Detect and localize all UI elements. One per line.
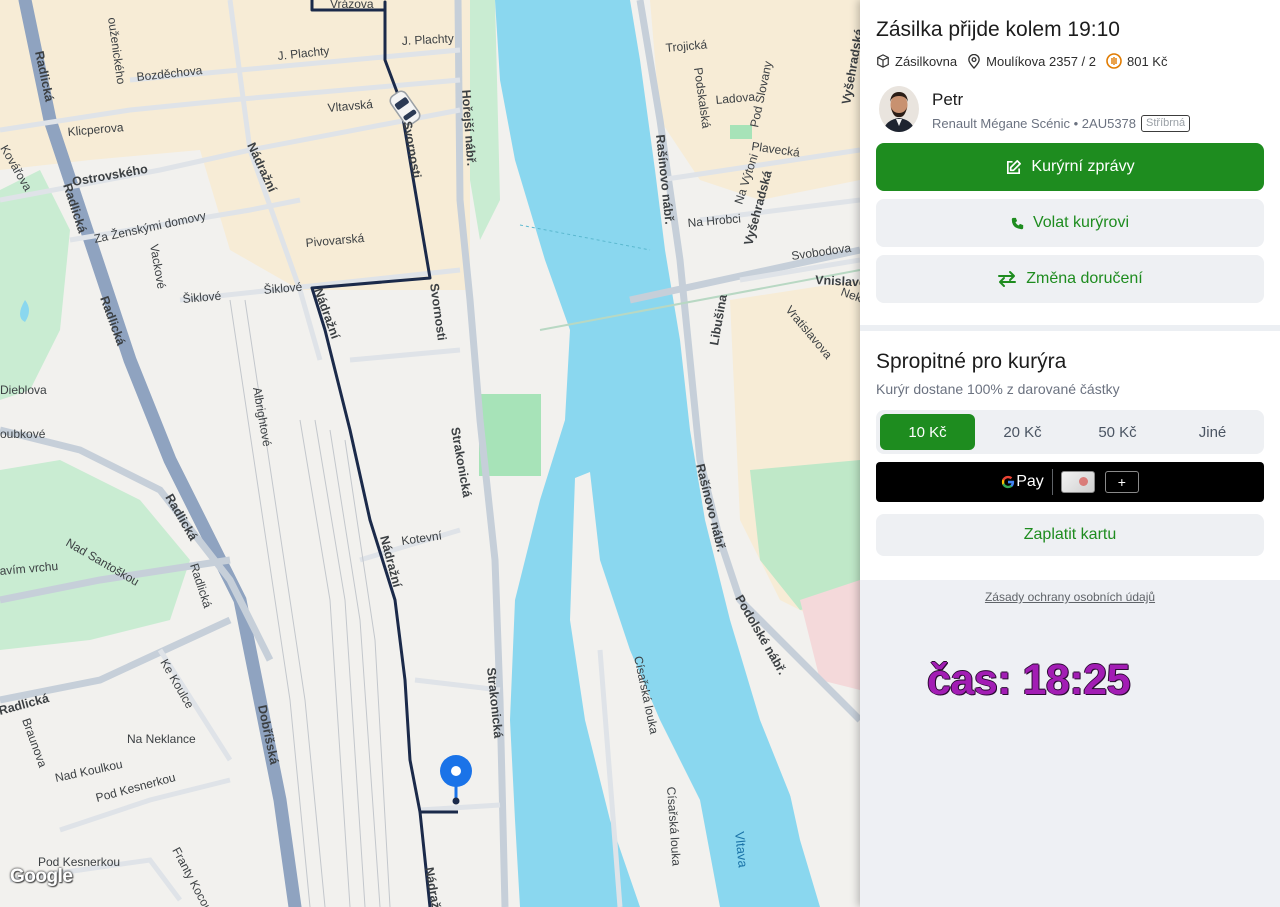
tip-amount-selector: 10 Kč 20 Kč 50 Kč Jiné <box>876 410 1264 454</box>
street-label: oubkové <box>0 427 46 441</box>
courier-name: Petr <box>932 90 964 109</box>
street-label: Vrázova <box>330 0 374 11</box>
eta-title: Zásilka přijde kolem 19:10 <box>876 18 1120 41</box>
delivery-meta: Zásilkovna Moulíkova 2357 / 2 801 Kč <box>876 53 1177 69</box>
delivery-panel: Zásilka přijde kolem 19:10 Zásilkovna Mo… <box>860 0 1280 907</box>
delivery-section: Zásilka přijde kolem 19:10 Zásilkovna Mo… <box>860 0 1280 325</box>
map-view[interactable]: Vrázova J. Plachty J. Plachty Bozděchova… <box>0 0 860 907</box>
carrier-item: Zásilkovna <box>876 54 957 69</box>
call-courier-button[interactable]: Volat kurýrovi <box>876 199 1264 247</box>
price-item: 801 Kč <box>1106 53 1167 69</box>
vehicle-text: Renault Mégane Scénic • 2AU5378 <box>932 116 1137 131</box>
address-item: Moulíkova 2357 / 2 <box>967 53 1096 69</box>
privacy-policy-link[interactable]: Zásady ochrany osobních údajů <box>860 590 1280 604</box>
tip-option-10[interactable]: 10 Kč <box>880 414 975 450</box>
phone-icon <box>1011 217 1024 229</box>
google-logo: Google <box>10 866 73 887</box>
courier-vehicle: Renault Mégane Scénic • 2AU5378 Stříbrná <box>932 115 1191 132</box>
saved-card-icon <box>1060 471 1095 493</box>
clock-overlay: čas: 18:25 <box>927 656 1131 704</box>
google-pay-label: Pay <box>1016 473 1044 490</box>
panel-footer <box>860 580 1280 907</box>
vehicle-color-badge: Stříbrná <box>1141 115 1191 132</box>
tip-option-other[interactable]: Jiné <box>1165 414 1260 450</box>
street-label: Dieblova <box>0 383 47 397</box>
pay-card-button[interactable]: Zaplatit kartu <box>876 514 1264 556</box>
tip-option-20[interactable]: 20 Kč <box>975 414 1070 450</box>
tip-title: Spropitné pro kurýra <box>876 350 1067 373</box>
courier-avatar <box>879 86 919 132</box>
call-courier-label: Volat kurýrovi <box>1032 214 1130 231</box>
package-icon <box>877 54 889 68</box>
location-pin-icon <box>968 53 980 69</box>
change-delivery-label: Změna doručení <box>1026 270 1143 287</box>
tip-option-50[interactable]: 50 Kč <box>1070 414 1165 450</box>
coin-icon <box>1106 53 1122 69</box>
park <box>479 394 541 476</box>
google-pay-button[interactable]: Pay + <box>876 462 1264 502</box>
map-canvas[interactable]: Vrázova J. Plachty J. Plachty Bozděchova… <box>0 0 860 907</box>
carrier-name: Zásilkovna <box>895 53 958 69</box>
google-g-icon <box>1002 475 1015 489</box>
price-text: 801 Kč <box>1127 53 1168 69</box>
street-label: J. Plachty <box>401 31 454 48</box>
add-card-icon: + <box>1104 471 1139 493</box>
address-text: Moulíkova 2357 / 2 <box>986 53 1096 69</box>
edit-icon <box>1007 159 1022 174</box>
gpay-divider <box>1051 469 1053 495</box>
courier-messages-label: Kurýrní zprávy <box>1031 158 1135 175</box>
change-delivery-button[interactable]: Změna doručení <box>876 255 1264 303</box>
courier-messages-button[interactable]: Kurýrní zprávy <box>876 143 1264 191</box>
swap-arrows-icon <box>998 271 1017 287</box>
street-label: Na Neklance <box>127 732 196 746</box>
tip-subtitle: Kurýr dostane 100% z darované částky <box>876 381 1120 397</box>
